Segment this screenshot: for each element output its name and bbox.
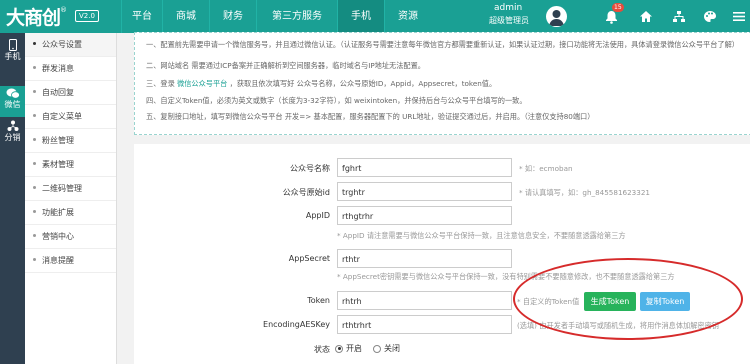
sidebar-item-marketing[interactable]: 营销中心 [25, 225, 116, 249]
sidebar-item-label: 粉丝管理 [42, 136, 74, 145]
leftbar-item-mobile[interactable]: 手机 [0, 37, 25, 68]
leftbar-label-wechat: 微信 [4, 100, 21, 109]
sidebar-item-label: 二维码管理 [42, 184, 82, 193]
sidebar-item-mass-message[interactable]: 群发消息 [25, 57, 116, 81]
sidebar-item-auto-reply[interactable]: 自动回复 [25, 81, 116, 105]
sidebar-item-custom-menu[interactable]: 自定义菜单 [25, 105, 116, 129]
menu-icon[interactable] [725, 0, 750, 33]
sidebar-item-materials[interactable]: 素材管理 [25, 153, 116, 177]
wechat-platform-link[interactable]: 微信公众号平台 [177, 79, 227, 88]
label-appid: AppID [305, 211, 330, 220]
user-name: admin [494, 3, 523, 13]
label-token: Token [307, 296, 330, 305]
bullet-icon [33, 162, 36, 165]
note-3-prefix: 三、登录 [146, 79, 178, 88]
instructions-box: 一、配置前先需要申请一个微信服务号，并且通过微信认证。（认证服务号需要注意每年微… [134, 32, 750, 135]
sidebar-item-account-settings[interactable]: 公众号设置 [25, 33, 116, 57]
top-nav: 平台 商城 财务 第三方服务 手机 资源 [121, 0, 431, 33]
note-4: 四、自定义Token值，必须为英文或数字（长度为3-32字符），如 weixin… [146, 96, 527, 105]
status-off-radio[interactable]: 关闭 [373, 343, 400, 354]
hint-account-name: * 如：ecmoban [519, 164, 573, 173]
left-icon-bar: 手机 微信 分销 [0, 33, 25, 364]
label-appsecret: AppSecret [288, 254, 330, 263]
sidebar-item-extensions[interactable]: 功能扩展 [25, 201, 116, 225]
note-3-suffix: ，获取且依次填写好 公众号名称，公众号原始ID，Appid，Appsecret，… [227, 79, 497, 88]
bullet-icon [33, 90, 36, 93]
token-input[interactable]: rhtrh [337, 291, 512, 310]
leftbar-label-mobile: 手机 [4, 52, 21, 61]
top-bar: 大商创 ® V2.0 平台 商城 财务 第三方服务 手机 资源 admin 超级… [0, 0, 750, 33]
bell-icon[interactable]: 15 [598, 0, 625, 33]
appsecret-input[interactable]: rthtr [337, 249, 512, 268]
bullet-icon [33, 66, 36, 69]
status-off-label: 关闭 [384, 344, 400, 353]
radio-unchecked-icon [373, 344, 381, 353]
sidebar: 公众号设置 群发消息 自动回复 自定义菜单 粉丝管理 素材管理 二维码管理 功能… [25, 33, 117, 364]
sidebar-item-label: 素材管理 [42, 160, 74, 169]
status-on-label: 开启 [346, 344, 362, 353]
palette-icon[interactable] [696, 0, 723, 33]
sidebar-item-reminders[interactable]: 消息提醒 [25, 249, 116, 273]
appid-input[interactable]: rthgtrhr [337, 206, 512, 225]
nav-mobile[interactable]: 手机 [337, 0, 384, 33]
logo[interactable]: 大商创 ® V2.0 [6, 4, 99, 29]
leftbar-label-distribution: 分销 [4, 133, 21, 142]
bullet-icon [33, 138, 36, 141]
wechat-icon [6, 88, 20, 99]
leftbar-item-wechat[interactable]: 微信 [0, 86, 25, 117]
sidebar-item-label: 群发消息 [42, 64, 74, 73]
nav-finance[interactable]: 财务 [209, 0, 256, 33]
bullet-icon [33, 186, 36, 189]
sidebar-item-fans[interactable]: 粉丝管理 [25, 129, 116, 153]
highlight-circle [513, 258, 743, 340]
brand-name: 大商创 [6, 6, 61, 29]
notification-count: 15 [612, 3, 624, 12]
version-badge: V2.0 [75, 10, 99, 22]
note-1: 一、配置前先需要申请一个微信服务号，并且通过微信认证。（认证服务号需要注意每年微… [146, 40, 739, 49]
label-account-name: 公众号名称 [290, 164, 330, 173]
brand-reg: ® [60, 6, 68, 14]
bullet-icon [33, 42, 36, 45]
bullet-icon [33, 210, 36, 213]
nav-mall[interactable]: 商城 [162, 0, 209, 33]
label-aeskey: EncodingAESKey [263, 320, 330, 329]
label-status: 状态 [314, 345, 330, 354]
sidebar-item-label: 自动回复 [42, 88, 74, 97]
note-5: 五、复制接口地址，填写到微信公众号平台 开发=> 基本配置，服务器配置下的 UR… [146, 112, 595, 121]
nav-third-party[interactable]: 第三方服务 [256, 0, 337, 33]
avatar[interactable] [546, 6, 567, 27]
radio-checked-icon [335, 344, 343, 353]
bullet-icon [33, 234, 36, 237]
hint-original-id: * 请认真填写，如：gh_845581623321 [519, 188, 650, 197]
original-id-input[interactable]: trghtr [337, 182, 512, 201]
nav-resources[interactable]: 资源 [384, 0, 431, 33]
mobile-icon [8, 39, 17, 51]
user-role: 超级管理员 [489, 16, 529, 25]
distribution-icon [7, 120, 18, 131]
note-3: 三、登录 微信公众号平台 ，获取且依次填写好 公众号名称，公众号原始ID，App… [146, 79, 496, 89]
sidebar-item-qrcode[interactable]: 二维码管理 [25, 177, 116, 201]
sidebar-item-label: 自定义菜单 [42, 112, 82, 121]
sidebar-item-label: 消息提醒 [42, 256, 74, 265]
aeskey-input[interactable]: rthtrhrt [337, 315, 512, 334]
sidebar-item-label: 营销中心 [42, 232, 74, 241]
account-name-input[interactable]: fghrt [337, 158, 512, 177]
sitemap-icon[interactable] [665, 0, 692, 33]
nav-platform[interactable]: 平台 [121, 0, 162, 33]
note-2: 二、网站域名 需要通过ICP备案并正确解析到空间服务器，临时域名与IP地址无法配… [146, 61, 425, 70]
leftbar-item-distribution[interactable]: 分销 [0, 118, 25, 149]
home-icon[interactable] [632, 0, 659, 33]
status-on-radio[interactable]: 开启 [335, 343, 362, 354]
sidebar-item-label: 功能扩展 [42, 208, 74, 217]
user-panel[interactable]: admin 超级管理员 [465, 0, 575, 33]
sidebar-item-label: 公众号设置 [42, 40, 82, 49]
hint-appid: * AppID 请注意需要与微信公众号平台保持一致，且注意信息安全，不要随意透露… [337, 231, 626, 240]
bullet-icon [33, 258, 36, 261]
label-original-id: 公众号原始id [282, 188, 330, 197]
bullet-icon [33, 114, 36, 117]
